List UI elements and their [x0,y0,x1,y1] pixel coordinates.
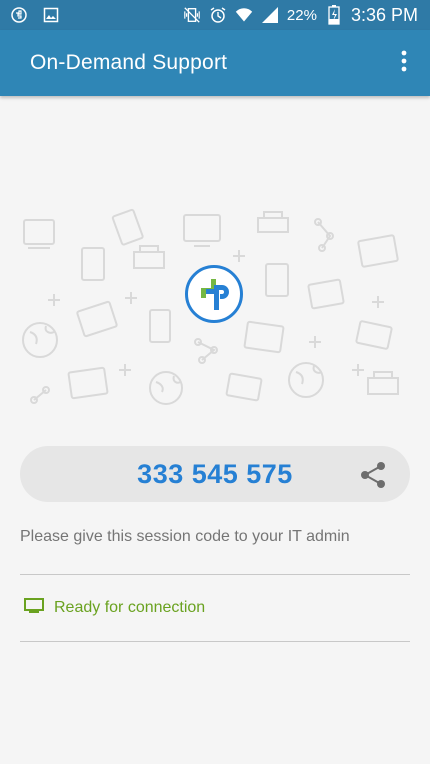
more-options-button[interactable] [386,45,422,81]
phone-icon [355,320,393,350]
monitor-icon [183,214,221,247]
clock: 3:36 PM [350,4,418,25]
battery-charging-icon [325,5,343,25]
divider [20,574,410,575]
globe-icon [288,362,324,398]
status-bar: 22% 3:36 PM [0,0,430,30]
alarm-icon [209,6,227,24]
plus-icon [309,336,321,348]
plus-icon [352,364,364,376]
network-icon [314,218,334,252]
monitor-icon [243,320,285,354]
devices-illustration [18,200,410,410]
app-bar: On-Demand Support [0,30,430,96]
tablet-icon [76,300,118,338]
gallery-icon [42,6,60,24]
monitor-icon [357,234,399,268]
plus-icon [48,294,60,306]
session-instruction: Please give this session code to your IT… [20,528,350,545]
app-logo-icon [10,6,28,24]
globe-icon [22,322,58,358]
signal-icon [261,6,279,24]
phone-icon [81,247,105,281]
divider [20,641,410,642]
app-title: On-Demand Support [30,51,228,74]
battery-percent: 22% [286,6,317,24]
phone-icon [265,263,289,297]
app-logo [184,264,244,324]
share-button[interactable] [358,460,388,490]
printer-icon [257,211,289,233]
plus-icon [119,364,131,376]
connection-status: Ready for connection [24,597,205,619]
network-icon [194,338,218,364]
plus-icon [372,296,384,308]
share-icon [358,462,388,494]
wifi-icon [235,6,253,24]
plus-icon [125,292,137,304]
globe-icon [149,371,183,405]
tablet-icon [307,278,345,310]
monitor-icon [67,366,109,400]
vibrate-mute-icon [183,6,201,24]
tablet-icon [23,219,55,249]
more-vert-icon [401,50,407,77]
plus-icon [233,250,245,262]
printer-icon [133,245,165,269]
phone-icon [149,309,171,343]
phone-icon [225,372,263,402]
network-icon [30,386,50,404]
printer-icon [367,371,399,395]
connection-status-text: Ready for connection [54,599,206,616]
session-code-box: 333 545 575 [20,446,410,502]
monitor-icon [24,597,44,619]
phone-icon [111,208,144,246]
session-code: 333 545 575 [137,458,293,489]
